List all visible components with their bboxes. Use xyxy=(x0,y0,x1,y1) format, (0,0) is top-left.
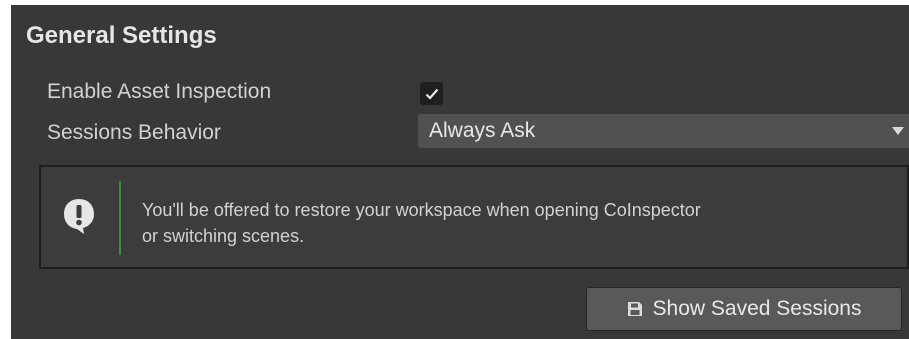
sessions-behavior-label: Sessions Behavior xyxy=(47,121,221,144)
show-saved-sessions-label: Show Saved Sessions xyxy=(652,297,862,320)
dropdown-arrow-icon xyxy=(892,127,904,135)
help-message-line-2: or switching scenes. xyxy=(142,226,305,246)
sessions-behavior-dropdown[interactable]: Always Ask xyxy=(418,114,909,148)
info-help-box: You'll be offered to restore your worksp… xyxy=(39,165,909,269)
dropdown-selected-value: Always Ask xyxy=(429,119,536,142)
settings-panel: General Settings Enable Asset Inspection… xyxy=(11,5,909,339)
help-accent-divider xyxy=(119,181,121,255)
show-saved-sessions-button[interactable]: Show Saved Sessions xyxy=(586,287,902,331)
help-message: You'll be offered to restore your worksp… xyxy=(142,197,902,249)
exclamation-speech-bubble-icon xyxy=(64,199,94,234)
section-title: General Settings xyxy=(26,22,217,49)
enable-asset-inspection-label: Enable Asset Inspection xyxy=(47,80,272,103)
enable-asset-inspection-checkbox[interactable] xyxy=(420,82,443,105)
floppy-disk-icon xyxy=(627,302,642,316)
help-message-line-1: You'll be offered to restore your worksp… xyxy=(142,200,701,220)
checkmark-icon xyxy=(425,88,438,100)
